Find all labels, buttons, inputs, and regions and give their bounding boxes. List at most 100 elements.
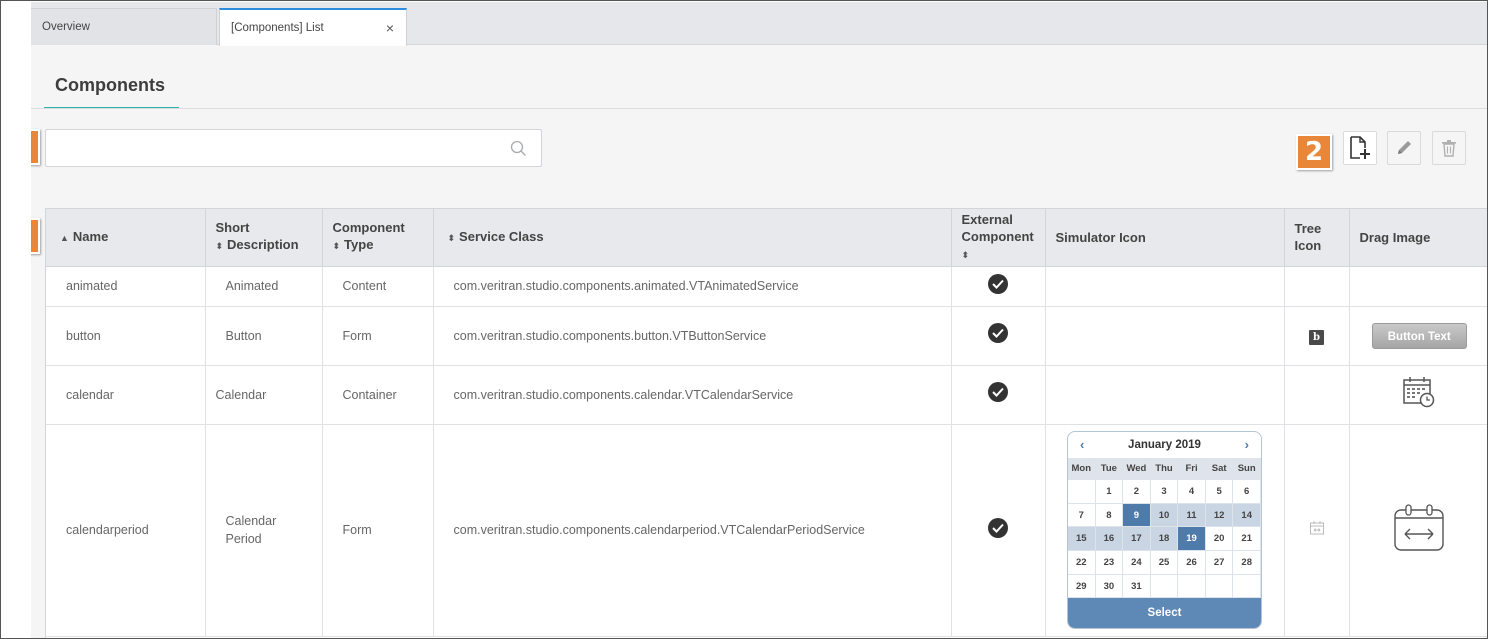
short-description-line: Period [225, 532, 262, 546]
cell-short-description: Calendar [205, 365, 323, 425]
tab-components-list-label: [Components] List [231, 22, 324, 34]
table-row[interactable]: calendar Calendar Container com.veritran… [46, 365, 1487, 425]
column-header-service-class[interactable]: ⬍ Service Class [433, 209, 952, 267]
table-row[interactable]: button Button Form com.veritran.studio.c… [46, 306, 1487, 366]
edit-button[interactable] [1387, 131, 1421, 165]
cell-drag-image [1349, 266, 1487, 307]
cell-short-description: Animated [205, 266, 323, 307]
cell-name: calendarperiod [46, 424, 206, 637]
search-box [45, 129, 542, 167]
add-document-icon [1350, 136, 1370, 159]
cell-component-type: Form [322, 424, 434, 637]
calendar-day: 29 [1068, 574, 1096, 599]
calendar-day: 5 [1205, 480, 1234, 504]
calendar-day: 26 [1178, 551, 1206, 575]
calendar-day-of-week: Thu [1150, 458, 1179, 480]
callout-badge-2: 2 [1296, 134, 1332, 170]
calendar-day: 17 [1123, 527, 1151, 552]
cell-short-description: Button [205, 306, 323, 366]
add-component-button[interactable] [1343, 131, 1377, 165]
calendar-clock-icon [1403, 377, 1435, 408]
table-row[interactable]: animated Animated Content com.veritran.s… [46, 266, 1487, 307]
cell-short-description: Calendar Period [205, 424, 323, 637]
calendar-day: 30 [1095, 574, 1124, 599]
checkmark-icon [988, 517, 1008, 538]
calendar-day: 11 [1178, 503, 1206, 528]
calendar-day [1233, 574, 1261, 599]
tab-bar: Overview [Components] List × [31, 2, 1487, 46]
tab-overview-label: Overview [42, 21, 90, 33]
search-input[interactable] [46, 130, 541, 166]
column-header-component-type[interactable]: Component ⬍ Type [322, 209, 434, 267]
calendar-day: 3 [1150, 480, 1179, 504]
chevron-left-icon: ‹ [1080, 437, 1085, 452]
header-label: Description [227, 237, 299, 253]
cell-component-type: Content [322, 266, 434, 307]
header-label: Component [332, 220, 405, 236]
close-icon[interactable]: × [386, 21, 394, 35]
tab-overview[interactable]: Overview [31, 8, 217, 45]
calendar-day: 31 [1123, 574, 1151, 599]
calendar-day [1178, 574, 1206, 599]
column-header-external-component[interactable]: External Component ⬍ [951, 209, 1046, 267]
calendar-month-label: January 2019 [1128, 439, 1201, 451]
calendar-day [1068, 480, 1096, 504]
cell-component-type: Form [322, 306, 434, 366]
tab-components-list[interactable]: [Components] List × [219, 8, 407, 46]
header-label: Type [344, 237, 374, 253]
sort-icon: ⬍ [447, 232, 456, 243]
column-header-simulator-icon: Simulator Icon [1045, 209, 1285, 267]
delete-button[interactable] [1432, 131, 1466, 165]
left-margin [2, 2, 30, 638]
header-label: Drag Image [1359, 229, 1431, 245]
calendar-day: 25 [1150, 551, 1179, 575]
calendar-day: 6 [1233, 480, 1261, 504]
components-table-container: ▲ Name Short ⬍ Description Component ⬍ Type… [45, 208, 1487, 638]
cell-simulator-icon: ‹ January 2019 › Mon Tue Wed Thu Fri Sat Sun 1 2… [1045, 424, 1285, 637]
header-divider [31, 108, 1487, 109]
calendar-day: 23 [1095, 551, 1124, 575]
calendar-day-of-week: Sat [1205, 458, 1234, 480]
calendar-day: 14 [1233, 503, 1261, 528]
calendar-day: 2 [1123, 480, 1151, 504]
trash-icon [1442, 140, 1456, 157]
page-title: Components [55, 75, 165, 95]
cell-drag-image [1349, 424, 1487, 637]
checkmark-icon [988, 323, 1008, 343]
header-label: Tree [1294, 221, 1322, 237]
sort-icon: ⬍ [215, 241, 224, 252]
calendar-day [1150, 574, 1179, 599]
cell-component-type: Container [322, 365, 434, 425]
header-label: Service Class [459, 228, 544, 244]
table-row[interactable]: calendarperiod Calendar Period Form com.… [46, 424, 1487, 637]
cell-name: calendar [46, 365, 206, 425]
calendar-day: 24 [1123, 551, 1151, 575]
screenshot-frame: Overview [Components] List × Components [0, 0, 1488, 639]
header-label: Simulator Icon [1055, 229, 1146, 245]
cell-name: button [46, 306, 206, 366]
calendar-grid: Mon Tue Wed Thu Fri Sat Sun 1 2 3 4 5 6 7 8 9 10 11 12 14 15… [1068, 458, 1261, 599]
app-window: Overview [Components] List × Components [31, 2, 1487, 638]
calendar-day-of-week: Tue [1095, 458, 1124, 480]
checkmark-icon [988, 273, 1008, 294]
calendar-day: 1 [1095, 480, 1124, 504]
cell-service-class: com.veritran.studio.components.calendar.… [433, 365, 952, 425]
header-label: External [961, 211, 1013, 227]
cell-name: animated [46, 266, 206, 307]
cell-simulator-icon [1045, 266, 1285, 307]
column-header-short-description[interactable]: Short ⬍ Description [205, 209, 323, 267]
calendar-day: 22 [1068, 551, 1096, 575]
cell-external-component [951, 266, 1046, 307]
pencil-icon [1398, 141, 1411, 154]
calendar-period-preview: ‹ January 2019 › Mon Tue Wed Thu Fri Sat Sun 1 2… [1067, 431, 1262, 629]
cell-tree-icon [1284, 424, 1350, 637]
search-icon[interactable] [510, 140, 527, 162]
calendar-day-of-week: Fri [1178, 458, 1206, 480]
cell-external-component [951, 424, 1046, 637]
cell-drag-image [1349, 365, 1487, 425]
calendar-day: 12 [1205, 503, 1234, 528]
column-header-name[interactable]: ▲ Name [46, 209, 206, 267]
button-tree-icon: b [1309, 329, 1324, 345]
calendar-day: 21 [1233, 527, 1261, 552]
header-label: Component [961, 228, 1034, 244]
